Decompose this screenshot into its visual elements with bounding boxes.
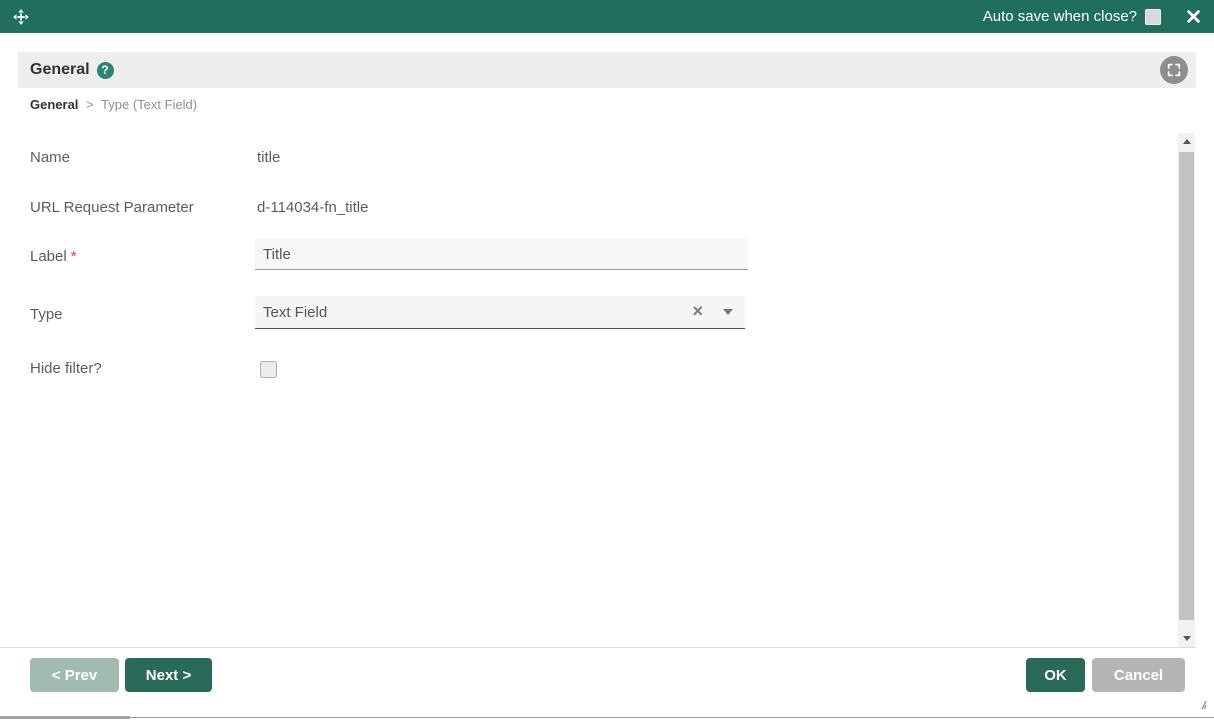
resize-handle[interactable] bbox=[1195, 697, 1207, 715]
url-request-parameter-label: URL Request Parameter bbox=[30, 199, 194, 216]
hide-filter-label: Hide filter? bbox=[30, 360, 102, 377]
clear-icon[interactable]: × bbox=[692, 300, 703, 322]
help-icon[interactable]: ? bbox=[96, 61, 114, 79]
breadcrumb-item-type: Type (Text Field) bbox=[101, 97, 198, 112]
scrollbar-up-icon[interactable] bbox=[1178, 133, 1195, 150]
section-title: General bbox=[30, 61, 90, 78]
move-icon[interactable] bbox=[12, 8, 30, 26]
name-value: title bbox=[257, 149, 281, 166]
next-button[interactable]: Next > bbox=[125, 658, 212, 692]
url-request-parameter-value: d-114034-fn_title bbox=[257, 199, 369, 216]
breadcrumb-separator: > bbox=[86, 97, 94, 112]
section-header: General ? bbox=[18, 52, 1196, 88]
label-field-label-text: Label bbox=[30, 248, 67, 265]
name-label: Name bbox=[30, 149, 71, 166]
chevron-down-icon[interactable] bbox=[723, 309, 733, 315]
close-icon[interactable] bbox=[1187, 10, 1200, 23]
cancel-button[interactable]: Cancel bbox=[1092, 658, 1185, 692]
footer-divider bbox=[0, 647, 1196, 648]
ok-button[interactable]: OK bbox=[1026, 658, 1085, 692]
autosave-checkbox[interactable] bbox=[1145, 8, 1161, 25]
type-field-label: Type bbox=[30, 306, 63, 323]
fullscreen-expand-icon[interactable] bbox=[1160, 56, 1188, 84]
filter-settings-dialog: Auto save when close? General ? General … bbox=[0, 0, 1214, 722]
scrollbar-thumb[interactable] bbox=[1179, 152, 1194, 620]
label-field-label: Label * bbox=[30, 248, 77, 265]
dialog-titlebar: Auto save when close? bbox=[0, 0, 1214, 33]
type-select-value: Text Field bbox=[263, 303, 328, 321]
hide-filter-checkbox[interactable] bbox=[260, 361, 277, 378]
label-input[interactable] bbox=[255, 239, 748, 270]
breadcrumb-item-general[interactable]: General bbox=[30, 97, 78, 112]
required-asterisk: * bbox=[70, 248, 77, 265]
autosave-label: Auto save when close? bbox=[982, 8, 1137, 25]
prev-button[interactable]: < Prev bbox=[30, 658, 119, 692]
breadcrumb: General > Type (Text Field) bbox=[30, 97, 197, 112]
scrollbar-down-icon[interactable] bbox=[1178, 630, 1195, 647]
type-select[interactable]: Text Field × bbox=[255, 296, 745, 329]
vertical-scrollbar[interactable] bbox=[1178, 133, 1195, 647]
background-page-edge bbox=[0, 717, 1214, 718]
